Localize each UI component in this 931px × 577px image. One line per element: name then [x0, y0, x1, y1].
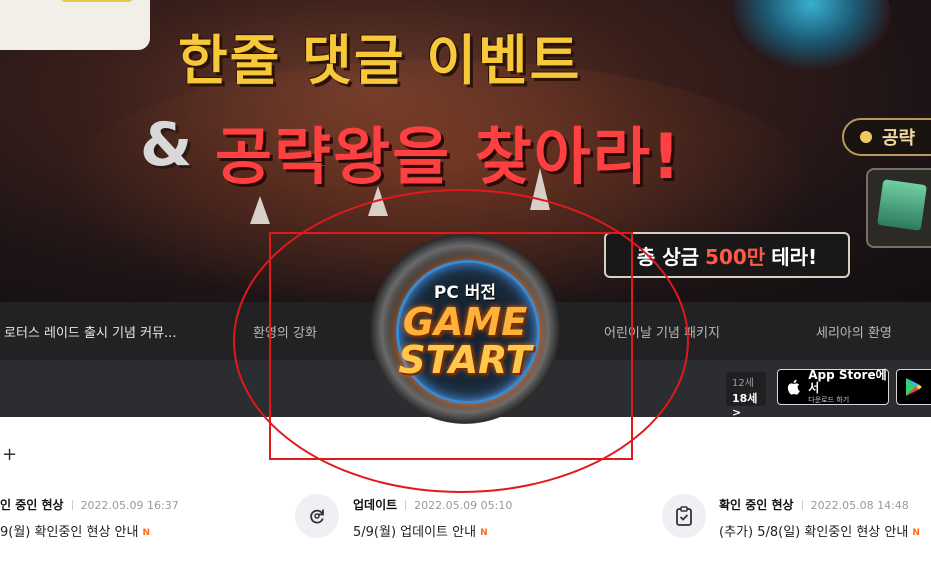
more-notices-button[interactable]: +	[2, 444, 17, 465]
refresh-icon	[295, 494, 339, 538]
notice-category: 업데이트	[353, 498, 398, 512]
divider	[405, 499, 407, 510]
notice-title[interactable]: (추가) 5/8(일) 확인중인 현상 안내	[719, 525, 908, 540]
clipboard-check-icon	[662, 494, 706, 538]
tag-dot-icon	[860, 131, 872, 143]
app-store-label: App Store에서	[808, 368, 887, 395]
notice-item[interactable]: 인 중인 현상 2022.05.09 16:37 9(월) 확인중인 현상 안내 N	[0, 494, 179, 540]
banner-nav-item-seria[interactable]: 세리아의 환영	[816, 322, 892, 341]
app-store-sublabel: 다운로드 하기	[808, 396, 850, 404]
notice-title[interactable]: 9(월) 확인중인 현상 안내	[0, 525, 138, 540]
guide-tag-label: 공략	[882, 128, 916, 149]
monster-eye-artwork	[731, 0, 891, 70]
notice-title[interactable]: 5/9(월) 업데이트 안내	[353, 525, 476, 540]
notice-item[interactable]: 업데이트 2022.05.09 05:10 5/9(월) 업데이트 안내 N	[353, 494, 512, 540]
notice-category: 확인 중인 현상	[719, 498, 794, 512]
age-rating[interactable]: 12세 18세 >	[726, 372, 766, 419]
apple-icon	[787, 379, 800, 395]
divider	[801, 499, 803, 510]
guide-tag: 공략	[842, 118, 931, 156]
google-play-icon	[906, 378, 922, 396]
banner-title-line1: 한줄 댓글 이벤트	[178, 29, 582, 92]
notice-date: 2022.05.08 14:48	[810, 499, 909, 512]
notice-category: 인 중인 현상	[0, 498, 64, 512]
notice-item[interactable]: 확인 중인 현상 2022.05.08 14:48 (추가) 5/8(일) 확인중…	[719, 494, 920, 540]
banner-title-line2: 공략왕을 찾아라!	[215, 120, 683, 193]
banner-nav-item-lotus[interactable]: 로터스 레이드 출시 기념 커뮤...	[4, 322, 176, 341]
prize-suffix: 테라!	[771, 244, 818, 269]
age-rating-pc: 18세 >	[732, 392, 758, 419]
gold-coins-icon	[60, 0, 134, 2]
banner-ampersand: &	[140, 110, 193, 180]
prize-amount: 500만	[705, 244, 766, 269]
notice-date: 2022.05.09 16:37	[80, 499, 179, 512]
treasure-chest-icon	[866, 168, 931, 248]
app-store-button[interactable]: App Store에서 다운로드 하기	[777, 369, 889, 405]
notice-date: 2022.05.09 05:10	[414, 499, 513, 512]
new-badge: N	[480, 527, 488, 538]
new-badge: N	[142, 527, 150, 538]
divider	[71, 499, 73, 510]
google-play-button[interactable]	[896, 369, 931, 405]
age-rating-mobile: 12세	[732, 378, 754, 389]
new-badge: N	[912, 527, 920, 538]
tooth-decoration	[250, 196, 270, 224]
annotation-rectangle	[269, 232, 633, 460]
item-speech-bubble	[0, 0, 150, 50]
